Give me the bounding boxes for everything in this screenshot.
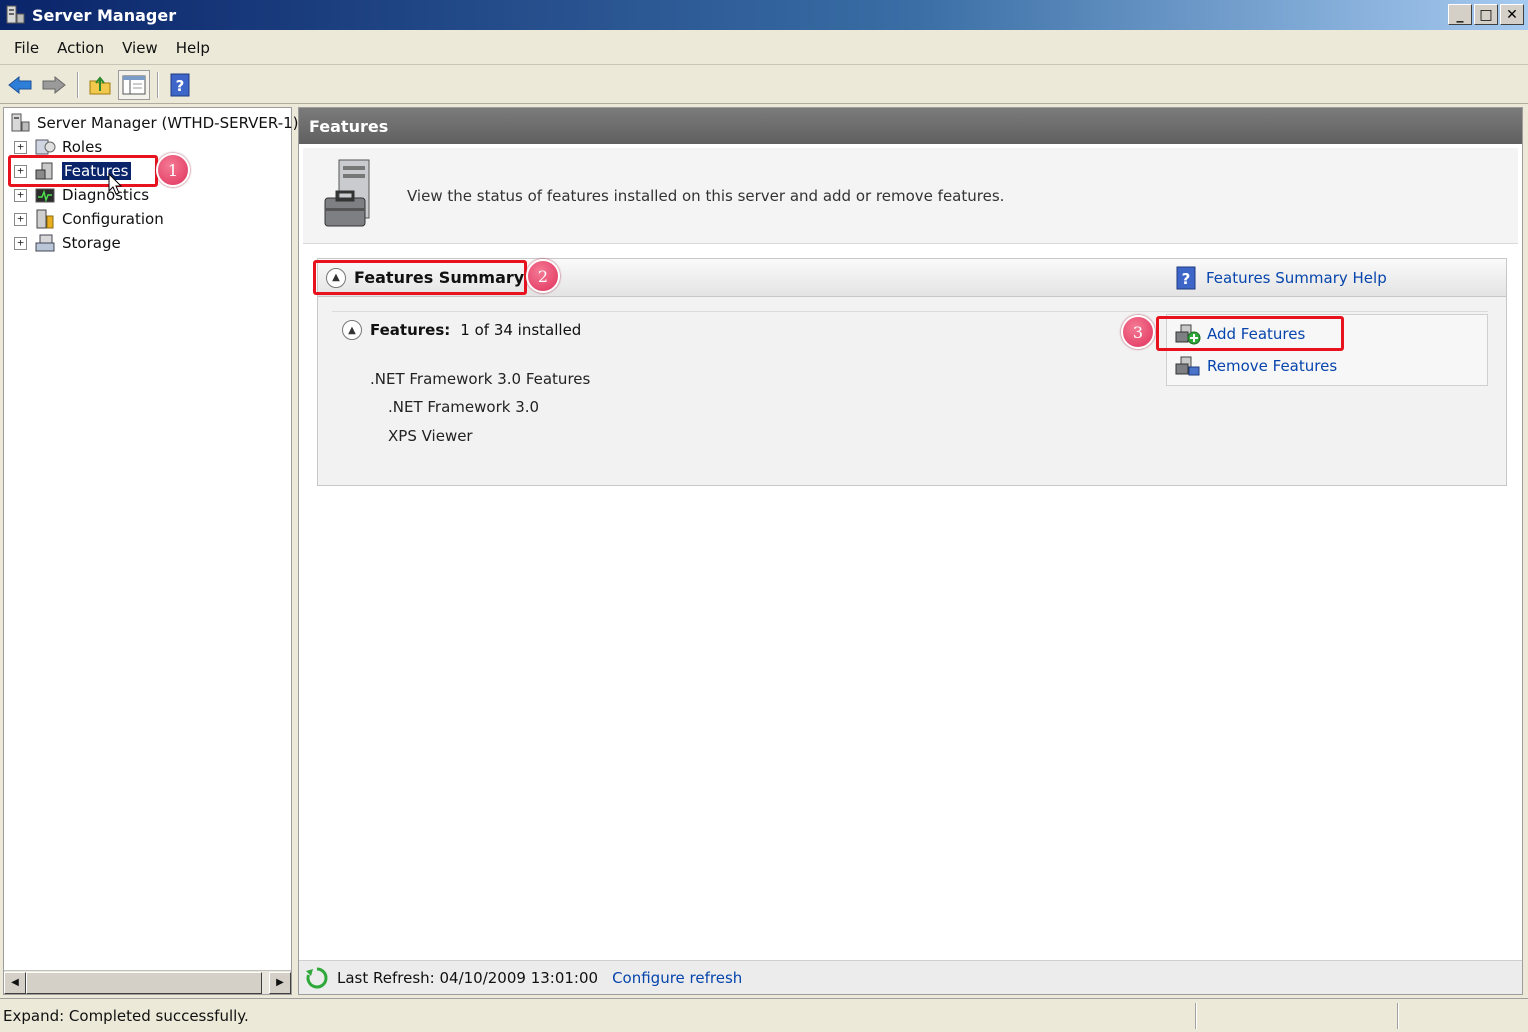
storage-icon [33, 232, 57, 254]
scroll-track[interactable] [26, 971, 269, 994]
add-features-label: Add Features [1207, 325, 1306, 343]
help-button[interactable]: ? [164, 70, 196, 100]
help-icon: ? [1176, 266, 1196, 290]
configuration-icon [33, 208, 57, 230]
menu-view[interactable]: View [114, 35, 166, 61]
tree-label-configuration: Configuration [62, 210, 164, 228]
roles-icon [33, 136, 57, 158]
minimize-button[interactable]: _ [1448, 4, 1472, 25]
menu-bar: File Action View Help [0, 31, 1528, 65]
scroll-thumb[interactable] [26, 971, 262, 994]
close-icon: ✕ [1506, 6, 1518, 23]
features-icon [33, 160, 57, 182]
toolbar-separator [77, 71, 79, 98]
features-content-pane: Features View the status of features ins… [298, 107, 1523, 995]
forward-arrow-icon [42, 75, 66, 94]
menu-help[interactable]: Help [168, 35, 218, 61]
collapse-summary-icon[interactable]: ▲ [326, 267, 346, 288]
console-tree[interactable]: Server Manager (WTHD-SERVER-1) + Roles +… [3, 107, 299, 995]
status-bar: Expand: Completed successfully. [0, 998, 1528, 1032]
content-header: Features [299, 108, 1522, 144]
maximize-icon: □ [1479, 6, 1493, 23]
tree-horizontal-scrollbar[interactable]: ◀ ▶ [4, 970, 291, 994]
feature-item: .NET Framework 3.0 [388, 398, 540, 416]
toolbar-separator [157, 71, 159, 98]
expand-icon[interactable]: + [14, 188, 27, 202]
annotation-step-3: 3 [1121, 315, 1155, 349]
remove-features-icon [1175, 356, 1200, 376]
last-refresh-text: Last Refresh: 04/10/2009 13:01:00 [337, 968, 599, 987]
features-installed-block: ▲ Features: 1 of 34 installed .NET Frame… [332, 311, 1488, 471]
tree-node-diagnostics[interactable]: + Diagnostics [14, 183, 149, 207]
feature-item: XPS Viewer [388, 427, 473, 445]
feature-item: .NET Framework 3.0 Features [370, 370, 591, 388]
remove-features-label: Remove Features [1207, 357, 1338, 375]
menu-file[interactable]: File [6, 35, 47, 61]
features-label: Features: [370, 321, 451, 339]
content-header-title: Features [309, 116, 389, 136]
expand-icon[interactable]: + [14, 212, 27, 226]
summary-header: ▲ Features Summary ? Features Summary He… [318, 259, 1506, 297]
tree-node-roles[interactable]: + Roles [14, 135, 102, 159]
window-title: Server Manager [32, 5, 177, 25]
expand-icon[interactable]: + [14, 164, 27, 178]
collapse-features-icon[interactable]: ▲ [342, 320, 362, 340]
features-toolbox-icon [324, 159, 370, 226]
tree-root-label: Server Manager (WTHD-SERVER-1) [37, 114, 299, 132]
show-hide-console-tree-icon [122, 75, 146, 94]
expand-icon[interactable]: + [14, 236, 27, 250]
menu-action[interactable]: Action [49, 35, 112, 61]
remove-features-link[interactable]: Remove Features [1175, 355, 1337, 377]
summary-help-link[interactable]: ? Features Summary Help [1176, 266, 1387, 290]
back-arrow-icon [8, 75, 32, 94]
minimize-icon: _ [1456, 6, 1464, 23]
forward-button[interactable] [38, 70, 70, 100]
description-area: View the status of features installed on… [303, 148, 1518, 244]
configure-refresh-link[interactable]: Configure refresh [612, 969, 742, 987]
actions-box: Add Features Remove Features [1166, 314, 1488, 386]
tree-label-storage: Storage [62, 234, 121, 252]
diagnostics-icon [33, 184, 57, 206]
back-button[interactable] [4, 70, 36, 100]
expand-icon[interactable]: + [14, 140, 27, 154]
help-icon: ? [170, 73, 190, 96]
up-button[interactable] [84, 70, 116, 100]
scroll-left-icon[interactable]: ◀ [4, 971, 26, 994]
add-features-link[interactable]: Add Features [1175, 323, 1305, 345]
features-summary-panel: ▲ Features Summary ? Features Summary He… [317, 258, 1507, 486]
tree-label-roles: Roles [62, 138, 103, 156]
refresh-icon [306, 967, 328, 988]
scroll-right-icon[interactable]: ▶ [269, 971, 291, 994]
toolbar: ? [0, 66, 1528, 104]
maximize-button[interactable]: □ [1474, 4, 1498, 25]
status-separator [1397, 1002, 1399, 1029]
add-features-icon [1175, 324, 1201, 345]
title-bar: Server Manager _ □ ✕ [0, 0, 1528, 30]
features-count-line: ▲ Features: 1 of 34 installed [342, 320, 581, 340]
svg-text:?: ? [176, 77, 185, 95]
tree-node-storage[interactable]: + Storage [14, 231, 121, 255]
summary-title: Features Summary [354, 268, 525, 287]
status-text: Expand: Completed successfully. [3, 1006, 249, 1025]
up-folder-icon [89, 75, 111, 94]
show-hide-tree-button[interactable] [118, 69, 150, 100]
mouse-cursor-icon [108, 173, 123, 195]
annotation-step-2: 2 [526, 259, 560, 293]
status-cell [1197, 1003, 1397, 1029]
features-count: 1 of 34 installed [460, 321, 582, 339]
description-text: View the status of features installed on… [407, 186, 1005, 205]
server-manager-node-icon [8, 112, 32, 134]
close-button[interactable]: ✕ [1500, 4, 1524, 25]
server-manager-icon [6, 5, 25, 24]
summary-help-label: Features Summary Help [1206, 269, 1387, 287]
tree-root[interactable]: Server Manager (WTHD-SERVER-1) [8, 111, 299, 135]
annotation-step-1: 1 [156, 153, 190, 187]
tree-node-configuration[interactable]: + Configuration [14, 207, 164, 231]
refresh-bar: Last Refresh: 04/10/2009 13:01:00 Config… [299, 960, 1522, 994]
svg-text:?: ? [1182, 270, 1191, 288]
tree-label-diagnostics: Diagnostics [62, 186, 150, 204]
